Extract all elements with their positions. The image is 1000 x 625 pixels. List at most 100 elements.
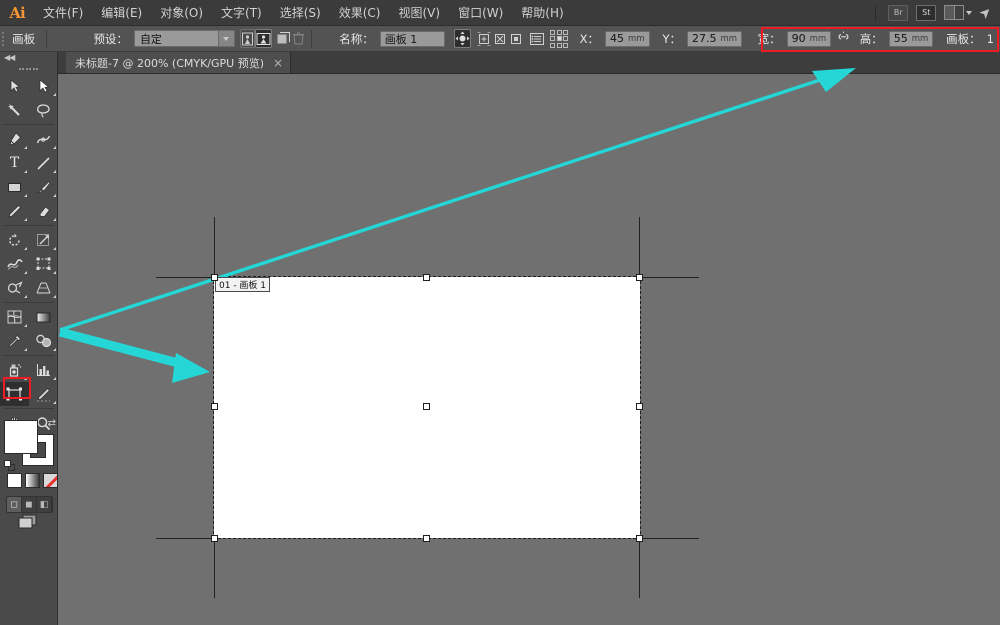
artboard-name-input[interactable]: 画板 1 [379,30,445,47]
menu-help[interactable]: 帮助(H) [512,0,572,26]
column-graph-tool[interactable] [29,358,58,382]
rocket-icon[interactable]: ➤ [976,3,996,23]
crop-mark-bottom-right-v [639,540,640,598]
new-artboard-icon[interactable] [276,29,291,48]
artboard-options-icon[interactable] [529,29,545,48]
selection-handle-bc[interactable] [423,535,430,542]
swap-fill-stroke-icon[interactable]: ⇄ [48,418,56,429]
tools-panel-grip[interactable] [0,64,57,74]
artboard-option-2-icon[interactable] [492,29,508,48]
move-copy-artwork-icon[interactable] [454,29,472,48]
pencil-tool[interactable] [0,199,29,223]
selection-handle-br[interactable] [636,535,643,542]
symbol-sprayer-tool[interactable] [0,358,29,382]
draw-normal-icon[interactable]: ◻ [7,497,22,512]
type-tool[interactable]: T [0,151,29,175]
slice-tool[interactable] [29,382,58,406]
menu-file[interactable]: 文件(F) [34,0,92,26]
menu-bar: Ai 文件(F) 编辑(E) 对象(O) 文字(T) 选择(S) 效果(C) 视… [0,0,1000,26]
selection-tool[interactable] [0,74,29,98]
app-logo-icon: Ai [9,3,25,22]
collapse-panel-icon[interactable]: ◀◀ [4,53,15,62]
tools-panel-header[interactable]: ◀◀ [0,52,57,64]
artboard-name-label: 名称： [339,31,374,46]
gradient-tool[interactable] [29,305,58,329]
divider [311,29,312,48]
y-input[interactable]: 27.5 mm [686,30,743,47]
selection-handle-ml[interactable] [211,403,218,410]
chevron-down-icon[interactable] [217,31,234,46]
height-input[interactable]: 55 mm [888,30,934,47]
selection-handle-bl[interactable] [211,535,218,542]
x-input[interactable]: 45 mm [605,30,650,47]
menu-bar-right-group: Br St ➤ [871,3,1000,23]
crop-mark-bottom-left-v [214,540,215,598]
artboard-name-value: 画板 1 [384,32,418,46]
illustrator-window: Ai 文件(F) 编辑(E) 对象(O) 文字(T) 选择(S) 效果(C) 视… [0,0,1000,625]
tools-grid: T [0,74,57,435]
link-constrain-icon[interactable] [837,31,850,47]
preset-value: 自定 [139,32,162,46]
trash-icon[interactable] [291,29,306,48]
draw-inside-icon[interactable]: ◧ [37,497,52,512]
direct-selection-tool[interactable] [29,74,58,98]
width-label: 宽： [757,31,781,46]
control-bar: 画板 预设： 自定 名称： 画板 1 X： 45 mm Y： 27.5 mm 宽… [0,26,1000,52]
canvas-area[interactable]: 01 - 画板 1 [58,74,1000,625]
fill-swatch[interactable] [4,420,38,454]
color-swatch-icon[interactable] [7,473,22,488]
artboard-option-3-icon[interactable] [508,29,524,48]
menu-edit[interactable]: 编辑(E) [92,0,151,26]
selection-handle-center[interactable] [423,403,430,410]
width-tool[interactable] [0,252,29,276]
default-fill-stroke-icon[interactable] [4,460,16,472]
width-input[interactable]: 90 mm [786,30,832,47]
workspace-switcher[interactable] [944,5,973,20]
mesh-tool[interactable] [0,305,29,329]
selection-handle-mr[interactable] [636,403,643,410]
scale-tool[interactable] [29,228,58,252]
selection-handle-tl[interactable] [211,274,218,281]
menu-view[interactable]: 视图(V) [389,0,449,26]
menu-select[interactable]: 选择(S) [271,0,330,26]
orientation-portrait-icon[interactable] [240,29,255,48]
line-segment-tool[interactable] [29,151,58,175]
selection-handle-tc[interactable] [423,274,430,281]
perspective-grid-tool[interactable] [29,276,58,300]
gradient-swatch-icon[interactable] [25,473,40,488]
crop-mark-top-right-h [641,277,699,278]
stock-icon[interactable]: St [916,4,937,21]
menu-type[interactable]: 文字(T) [212,0,271,26]
rectangle-tool[interactable] [0,175,29,199]
bridge-icon[interactable]: Br [888,4,909,21]
artboard-tool[interactable] [0,382,29,406]
draw-behind-icon[interactable]: ◼ [22,497,37,512]
menu-object[interactable]: 对象(O) [151,0,212,26]
pen-tool[interactable] [0,127,29,151]
paintbrush-tool[interactable] [29,175,58,199]
orientation-landscape-icon[interactable] [255,29,272,48]
eyedropper-tool[interactable] [0,329,29,353]
magic-wand-tool[interactable] [0,98,29,122]
artboard-option-1-icon[interactable] [476,29,492,48]
rotate-tool[interactable] [0,228,29,252]
eraser-tool[interactable] [29,199,58,223]
menu-window[interactable]: 窗口(W) [449,0,512,26]
close-icon[interactable]: × [273,57,283,69]
selection-handle-tr[interactable] [636,274,643,281]
document-tab-title: 未标题-7 @ 200% (CMYK/GPU 预览) [75,56,265,70]
crop-mark-top-left-v [214,217,215,275]
free-transform-tool[interactable] [29,252,58,276]
menu-effect[interactable]: 效果(C) [330,0,390,26]
none-swatch-icon[interactable] [43,473,58,488]
change-screen-mode-icon[interactable] [18,514,38,534]
shape-builder-tool[interactable] [0,276,29,300]
reference-point-grid-icon[interactable] [550,29,569,48]
document-tab[interactable]: 未标题-7 @ 200% (CMYK/GPU 预览) × [66,52,292,73]
height-unit: mm [911,33,929,44]
curvature-tool[interactable] [29,127,58,151]
lasso-tool[interactable] [29,98,58,122]
preset-dropdown[interactable]: 自定 [133,30,235,47]
y-label: Y： [662,31,681,46]
blend-tool[interactable] [29,329,58,353]
